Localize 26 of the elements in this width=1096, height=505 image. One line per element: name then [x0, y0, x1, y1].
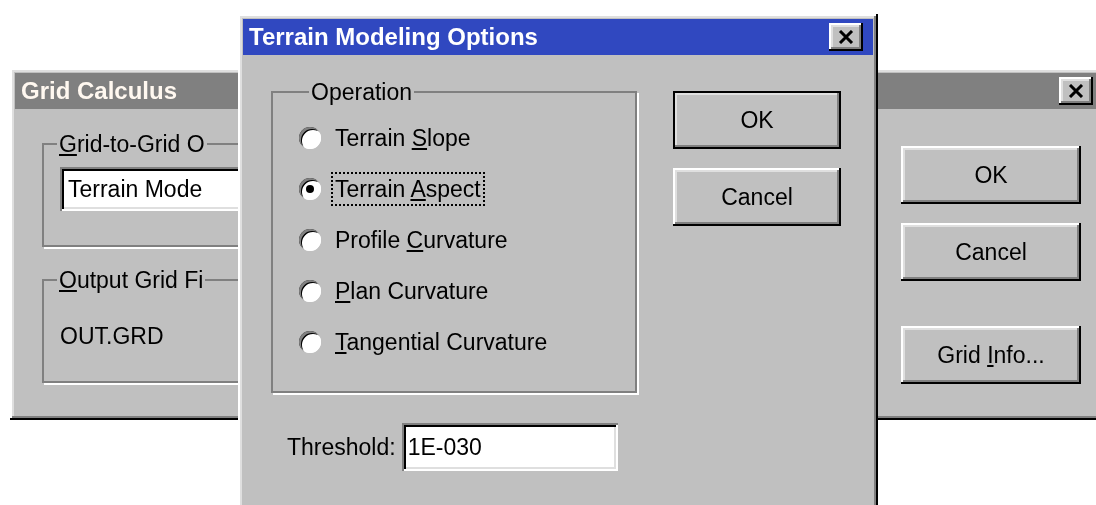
threshold-field[interactable]: 1E-030 — [401, 423, 618, 471]
file-name: OUT.GRD — [60, 322, 164, 351]
group-label: Operation — [310, 79, 413, 105]
threshold-label: Threshold: — [287, 432, 396, 462]
dialog-button[interactable]: Cancel — [673, 168, 841, 226]
close-icon — [838, 30, 854, 44]
option-label[interactable]: Tangential Curvature — [333, 327, 550, 357]
dialog-button[interactable]: OK — [673, 91, 841, 149]
window-title: Terrain Modeling Options — [249, 22, 538, 52]
dialog-button[interactable]: OK — [901, 146, 1081, 204]
radio-button[interactable] — [299, 331, 321, 353]
close-icon — [1068, 84, 1084, 98]
radio-button[interactable] — [299, 127, 321, 149]
radio-button[interactable] — [299, 229, 321, 251]
close-button[interactable] — [829, 23, 863, 51]
dialog-button[interactable]: Cancel — [901, 223, 1081, 281]
close-button[interactable] — [1059, 77, 1093, 105]
group-label: Grid-to-Grid O — [58, 131, 206, 157]
radio-button[interactable] — [299, 280, 321, 302]
option-label[interactable]: Terrain Slope — [333, 123, 473, 153]
dialog-button[interactable]: Grid Info... — [901, 326, 1081, 384]
option-label[interactable]: Plan Curvature — [333, 276, 491, 306]
window-title: Grid Calculus — [21, 76, 178, 106]
option-label[interactable]: Profile Curvature — [333, 225, 510, 255]
radio-button[interactable] — [299, 178, 321, 200]
group-label: Output Grid Fi — [58, 267, 205, 293]
